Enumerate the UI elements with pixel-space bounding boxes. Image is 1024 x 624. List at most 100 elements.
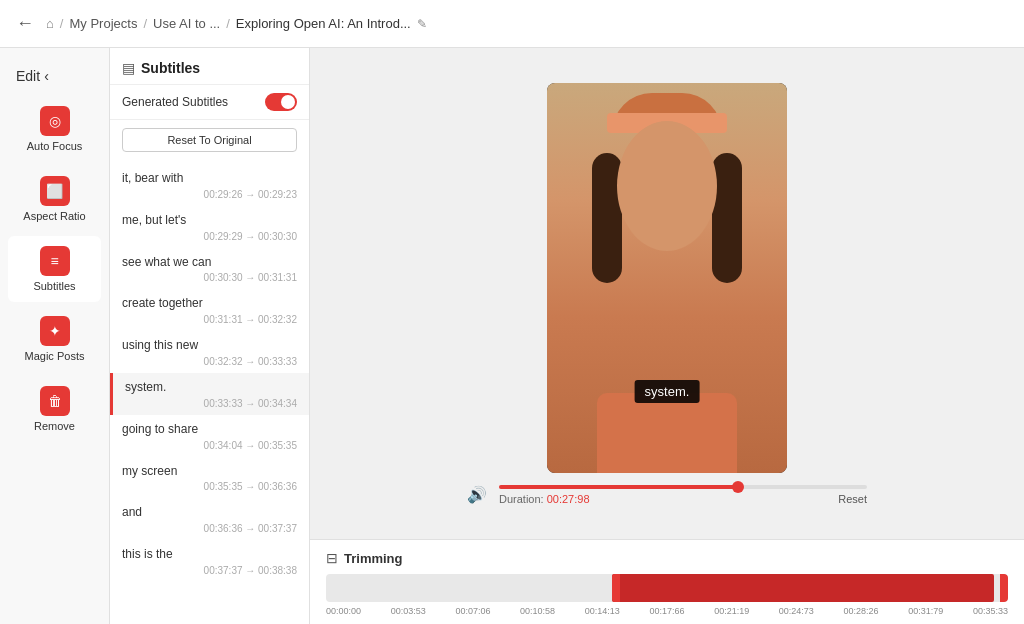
trimming-icon: ⊟: [326, 550, 338, 566]
video-preview: system.: [547, 83, 787, 473]
subtitle-text: me, but let's: [122, 212, 297, 229]
progress-bar-container: Duration: 00:27:98 Reset: [499, 485, 867, 505]
generated-subtitles-row: Generated Subtitles: [110, 85, 309, 120]
sidebar-item-auto-focus[interactable]: ◎ Auto Focus: [8, 96, 101, 162]
sidebar-item-remove[interactable]: 🗑 Remove: [8, 376, 101, 442]
subtitle-time: 00:32:32 → 00:33:33: [122, 356, 297, 367]
timeline-labels: 00:00:0000:03:5300:07:0600:10:5800:14:13…: [326, 606, 1008, 616]
trimming-fill: [612, 574, 994, 602]
subtitle-list-item[interactable]: my screen00:35:35 → 00:36:36: [110, 457, 309, 499]
subtitle-time: 00:35:35 → 00:36:36: [122, 481, 297, 492]
panel-icon: ▤: [122, 60, 135, 76]
edit-label: Edit: [16, 68, 40, 84]
hair-right: [712, 153, 742, 283]
left-sidebar: Edit ‹ ◎ Auto Focus ⬜ Aspect Ratio ≡ Sub…: [0, 48, 110, 624]
duration-row: Duration: 00:27:98 Reset: [499, 493, 867, 505]
subtitle-list-item[interactable]: using this new 00:32:32 → 00:33:33: [110, 331, 309, 373]
duration-label: Duration: 00:27:98: [499, 493, 590, 505]
trimming-title: Trimming: [344, 551, 403, 566]
breadcrumb-item-1[interactable]: My Projects: [69, 16, 137, 31]
magic-posts-label: Magic Posts: [25, 350, 85, 362]
timeline-label: 00:28:26: [844, 606, 879, 616]
breadcrumb: ⌂ / My Projects / Use AI to ... / Explor…: [46, 16, 427, 31]
subtitles-label: Subtitles: [33, 280, 75, 292]
breadcrumb-sep-3: /: [226, 16, 230, 31]
subtitle-text: create together: [122, 295, 297, 312]
subtitle-text: using this new: [122, 337, 297, 354]
aspect-ratio-icon: ⬜: [40, 176, 70, 206]
trimming-track[interactable]: [326, 574, 1008, 602]
subtitle-list-item[interactable]: see what we can00:30:30 → 00:31:31: [110, 248, 309, 290]
duration-text: Duration:: [499, 493, 544, 505]
subtitle-time: 00:29:29 → 00:30:30: [122, 231, 297, 242]
timeline-label: 00:00:00: [326, 606, 361, 616]
top-nav: ← ⌂ / My Projects / Use AI to ... / Expl…: [0, 0, 1024, 48]
subtitle-list-item[interactable]: this is the 00:37:37 → 00:38:38: [110, 540, 309, 582]
volume-icon[interactable]: 🔊: [467, 485, 487, 504]
timeline-label: 00:10:58: [520, 606, 555, 616]
subtitle-time: 00:34:04 → 00:35:35: [122, 440, 297, 451]
subtitle-list-item[interactable]: going to share 00:34:04 → 00:35:35: [110, 415, 309, 457]
video-reset-button[interactable]: Reset: [838, 493, 867, 505]
trimming-handle-right[interactable]: [1000, 574, 1008, 602]
subtitle-time: 00:31:31 → 00:32:32: [122, 314, 297, 325]
breadcrumb-sep-1: /: [60, 16, 64, 31]
trimming-section: ⊟ Trimming 00:00:0000:03:5300:07:0600:10…: [310, 539, 1024, 624]
subtitles-panel-header: ▤ Subtitles: [110, 48, 309, 85]
subtitle-list-item[interactable]: system. 00:33:33 → 00:34:34: [110, 373, 309, 415]
main-layout: Edit ‹ ◎ Auto Focus ⬜ Aspect Ratio ≡ Sub…: [0, 48, 1024, 624]
remove-icon: 🗑: [40, 386, 70, 416]
progress-thumb[interactable]: [732, 481, 744, 493]
subtitle-time: 00:33:33 → 00:34:34: [125, 398, 297, 409]
subtitle-text: going to share: [122, 421, 297, 438]
duration-value: 00:27:98: [547, 493, 590, 505]
sidebar-item-subtitles[interactable]: ≡ Subtitles: [8, 236, 101, 302]
sidebar-item-aspect-ratio[interactable]: ⬜ Aspect Ratio: [8, 166, 101, 232]
subtitle-list-item[interactable]: create together 00:31:31 → 00:32:32: [110, 289, 309, 331]
subtitle-text: see what we can: [122, 254, 297, 271]
timeline-label: 00:07:06: [455, 606, 490, 616]
progress-fill: [499, 485, 738, 489]
aspect-ratio-label: Aspect Ratio: [23, 210, 85, 222]
subtitle-time: 00:36:36 → 00:37:37: [122, 523, 297, 534]
timeline-label: 00:14:13: [585, 606, 620, 616]
face-oval: [617, 121, 717, 251]
subtitle-text: it, bear with: [122, 170, 297, 187]
subtitle-text: this is the: [122, 546, 297, 563]
video-subtitle-overlay: system.: [635, 380, 700, 403]
timeline-label: 00:24:73: [779, 606, 814, 616]
person-face: [602, 93, 732, 293]
sidebar-item-magic-posts[interactable]: ✦ Magic Posts: [8, 306, 101, 372]
subtitles-icon: ≡: [40, 246, 70, 276]
subtitle-list-item[interactable]: it, bear with 00:29:26 → 00:29:23: [110, 164, 309, 206]
subtitle-text: system.: [125, 379, 297, 396]
shirt: [597, 393, 737, 473]
subtitle-list-item[interactable]: and00:36:36 → 00:37:37: [110, 498, 309, 540]
home-icon[interactable]: ⌂: [46, 16, 54, 31]
back-button[interactable]: ←: [16, 13, 34, 34]
magic-posts-icon: ✦: [40, 316, 70, 346]
video-controls: 🔊 Duration: 00:27:98 Reset: [467, 485, 867, 505]
content-area: system. 🔊 Duration: 00:27:98 Reset: [310, 48, 1024, 624]
breadcrumb-item-2[interactable]: Use AI to ...: [153, 16, 220, 31]
timeline-label: 00:31:79: [908, 606, 943, 616]
trimming-handle-left[interactable]: [612, 574, 620, 602]
generated-toggle[interactable]: [265, 93, 297, 111]
subtitle-time: 00:29:26 → 00:29:23: [122, 189, 297, 200]
video-person-bg: [547, 83, 787, 473]
reset-to-original-button[interactable]: Reset To Original: [122, 128, 297, 152]
timeline-label: 00:35:33: [973, 606, 1008, 616]
video-section: system. 🔊 Duration: 00:27:98 Reset: [310, 48, 1024, 539]
subtitle-text: my screen: [122, 463, 297, 480]
edit-section[interactable]: Edit ‹: [0, 60, 109, 92]
generated-label: Generated Subtitles: [122, 95, 228, 109]
auto-focus-icon: ◎: [40, 106, 70, 136]
remove-label: Remove: [34, 420, 75, 432]
auto-focus-label: Auto Focus: [27, 140, 83, 152]
edit-title-icon[interactable]: ✎: [417, 17, 427, 31]
subtitle-time: 00:37:37 → 00:38:38: [122, 565, 297, 576]
progress-bar[interactable]: [499, 485, 867, 489]
trimming-header: ⊟ Trimming: [326, 550, 1008, 566]
edit-chevron-icon: ‹: [44, 68, 49, 84]
subtitle-list-item[interactable]: me, but let's 00:29:29 → 00:30:30: [110, 206, 309, 248]
